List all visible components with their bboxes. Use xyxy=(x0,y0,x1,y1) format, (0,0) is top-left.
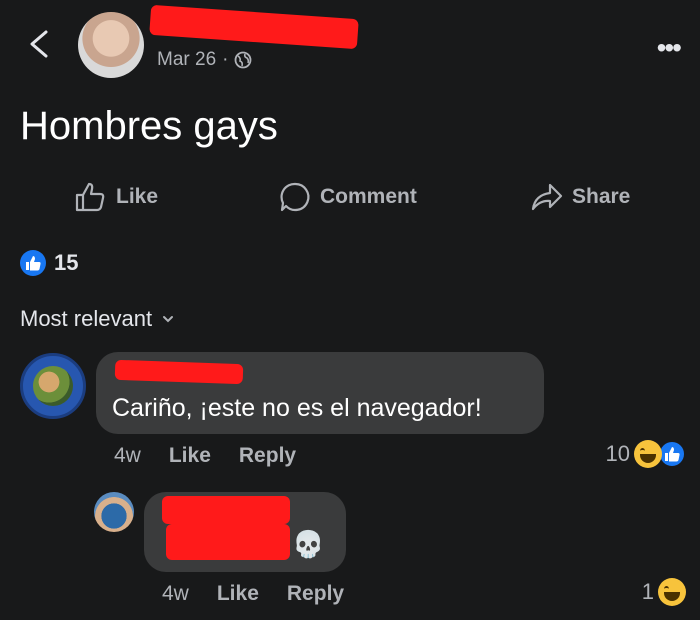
comment-sort-dropdown[interactable]: Most relevant xyxy=(20,306,174,332)
more-options-button[interactable]: ••• xyxy=(657,32,682,64)
share-arrow-icon xyxy=(531,183,563,211)
reply-meta: 4w Like Reply xyxy=(162,582,344,606)
comment-reply-button[interactable]: Reply xyxy=(239,444,296,468)
thumbs-up-icon xyxy=(75,182,105,212)
post-date: Mar 26 xyxy=(157,49,217,70)
reaction-count: 15 xyxy=(54,250,79,275)
reply-reply-button[interactable]: Reply xyxy=(287,582,344,606)
sort-label: Most relevant xyxy=(20,306,153,331)
comment-text: Cariño, ¡este no es el navegador! xyxy=(112,394,482,422)
redacted-reply-text xyxy=(166,524,290,560)
comment-bubble-icon xyxy=(280,182,310,212)
globe-icon xyxy=(235,51,252,69)
reply-like-button[interactable]: Like xyxy=(217,582,259,606)
meta-separator: · xyxy=(222,49,229,70)
comment-meta: 4w Like Reply xyxy=(114,444,296,468)
comment-time: 4w xyxy=(114,444,141,467)
skull-emoji: 💀 xyxy=(292,529,325,559)
commenter-avatar[interactable] xyxy=(20,353,86,419)
reply-reaction-count: 1 xyxy=(641,579,654,604)
chevron-left-icon xyxy=(30,30,48,58)
post-text: Hombres gays xyxy=(20,104,278,148)
like-reaction-icon xyxy=(658,440,686,468)
comment-like-button[interactable]: Like xyxy=(169,444,211,468)
like-reaction-icon xyxy=(20,250,46,276)
redacted-reply-name xyxy=(162,496,290,524)
like-button[interactable]: Like xyxy=(74,180,158,214)
like-label: Like xyxy=(116,185,159,208)
reaction-summary[interactable]: 15 xyxy=(20,250,78,276)
back-button[interactable] xyxy=(26,28,52,60)
comment-button[interactable]: Comment xyxy=(278,180,417,214)
share-label: Share xyxy=(572,185,631,208)
reply-time: 4w xyxy=(162,582,189,605)
chevron-down-icon xyxy=(163,316,174,323)
comment-reaction-count: 10 xyxy=(605,441,630,466)
author-avatar[interactable] xyxy=(78,12,144,78)
post-meta: Mar 26 · xyxy=(157,49,252,71)
reply-reactions[interactable]: 1 xyxy=(642,578,686,606)
haha-reaction-icon xyxy=(634,440,662,468)
comment-reactions[interactable]: 10 xyxy=(606,440,686,468)
haha-reaction-icon xyxy=(658,578,686,606)
comment-label: Comment xyxy=(320,185,417,208)
reply-avatar[interactable] xyxy=(94,492,134,532)
share-button[interactable]: Share xyxy=(530,180,630,214)
redacted-author-name xyxy=(149,4,359,50)
